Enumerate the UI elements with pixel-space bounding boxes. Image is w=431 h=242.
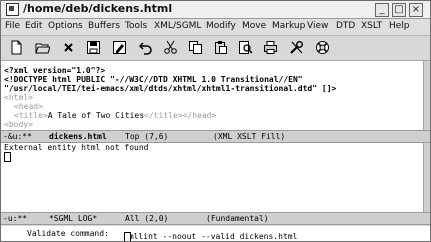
editor-scrollbar[interactable] xyxy=(423,61,430,130)
maximize-button[interactable]: □ xyxy=(392,3,406,17)
help-lifesaver-icon[interactable] xyxy=(314,39,331,56)
save-as-icon[interactable] xyxy=(111,39,128,56)
title-open-tag: <title> xyxy=(14,111,48,120)
open-folder-icon[interactable] xyxy=(34,39,51,56)
menu-edit[interactable]: Edit xyxy=(25,21,42,31)
modeline-modes[interactable]: (Fundamental) xyxy=(206,213,269,224)
menu-xml-sgml[interactable]: XML/SGML xyxy=(154,21,201,31)
code-line-5: <head> xyxy=(14,102,43,111)
text-cursor xyxy=(4,152,11,162)
menu-xslt[interactable]: XSLT xyxy=(361,21,382,31)
menu-move[interactable]: Move xyxy=(242,21,266,31)
code-line-3: "/usr/local/TEI/tei-emacs/xml/dtds/xhtml… xyxy=(4,84,337,93)
minibuffer-prompt: Validate command: xyxy=(27,229,109,238)
menu-buffers[interactable]: Buffers xyxy=(88,21,120,31)
search-icon[interactable] xyxy=(237,39,254,56)
code-line-7: <body> xyxy=(4,120,33,129)
mode-line-editor: -&u:** dickens.html Top (7,6) (XML XSLT … xyxy=(1,130,430,143)
code-line-4: <html> xyxy=(4,93,33,102)
print-icon[interactable] xyxy=(262,39,279,56)
minimize-button[interactable]: _ xyxy=(375,3,389,17)
copy-icon[interactable] xyxy=(187,39,204,56)
close-x-icon[interactable] xyxy=(60,39,77,56)
menu-options[interactable]: Options xyxy=(48,21,83,31)
close-window-button[interactable]: × xyxy=(409,3,423,17)
log-pane[interactable]: External entity html not found xyxy=(1,143,425,212)
title-text: A Tale of Two Cities xyxy=(47,111,145,120)
undo-icon[interactable] xyxy=(137,39,154,56)
code-line-1: <?xml version="1.0"?> xyxy=(4,66,106,75)
title-close-tag: </title></head> xyxy=(144,111,217,120)
menu-help[interactable]: Help xyxy=(389,21,410,31)
menu-tools[interactable]: Tools xyxy=(125,21,147,31)
menu-view[interactable]: View xyxy=(307,21,328,31)
code-line-2: <!DOCTYPE html PUBLIC "-//W3C//DTD XHTML… xyxy=(4,75,303,84)
save-disk-icon[interactable] xyxy=(85,39,102,56)
modeline-buffer-name[interactable]: dickens.html xyxy=(49,131,107,142)
window-title: /home/deb/dickens.html xyxy=(23,2,173,15)
new-file-icon[interactable] xyxy=(8,39,25,56)
code-line-6: <title>A Tale of Two Cities</title></hea… xyxy=(14,111,216,120)
minibuffer-value[interactable]: xmllint --noout --valid dickens.html xyxy=(124,232,297,241)
log-scrollbar[interactable] xyxy=(423,143,430,212)
emacs-window: /home/deb/dickens.html _ □ × File Edit O… xyxy=(0,0,431,242)
modeline-position: Top (7,6) xyxy=(125,132,169,141)
modeline-position: All (2,0) xyxy=(125,214,169,223)
cut-scissors-icon[interactable] xyxy=(162,39,179,56)
mode-line-log: -u:** *SGML LOG* All (2,0) (Fundamental) xyxy=(1,212,430,225)
toolbar xyxy=(1,36,430,61)
tools-icon[interactable] xyxy=(288,39,305,56)
editor-pane[interactable]: <?xml version="1.0"?> <!DOCTYPE html PUB… xyxy=(1,61,425,130)
window-menu-icon[interactable] xyxy=(6,3,19,16)
menu-markup[interactable]: Markup xyxy=(272,21,305,31)
modeline-flag: -u:** xyxy=(3,214,28,223)
modeline-modes[interactable]: (XML XSLT Fill) xyxy=(213,131,285,142)
minibuffer[interactable]: Validate command: xmllint --noout --vali… xyxy=(1,226,430,241)
menu-file[interactable]: File xyxy=(5,21,20,31)
paste-icon[interactable] xyxy=(212,39,229,56)
menu-modify[interactable]: Modify xyxy=(206,21,236,31)
menu-bar: File Edit Options Buffers Tools XML/SGML… xyxy=(1,19,430,36)
log-message: External entity html not found xyxy=(4,143,149,152)
menu-dtd[interactable]: DTD xyxy=(336,21,355,31)
text-cursor xyxy=(124,232,131,241)
title-bar[interactable]: /home/deb/dickens.html _ □ × xyxy=(1,1,430,19)
log-cursor xyxy=(4,152,11,163)
modeline-flag: -&u:** xyxy=(3,132,32,141)
modeline-buffer-name[interactable]: *SGML LOG* xyxy=(49,213,97,224)
